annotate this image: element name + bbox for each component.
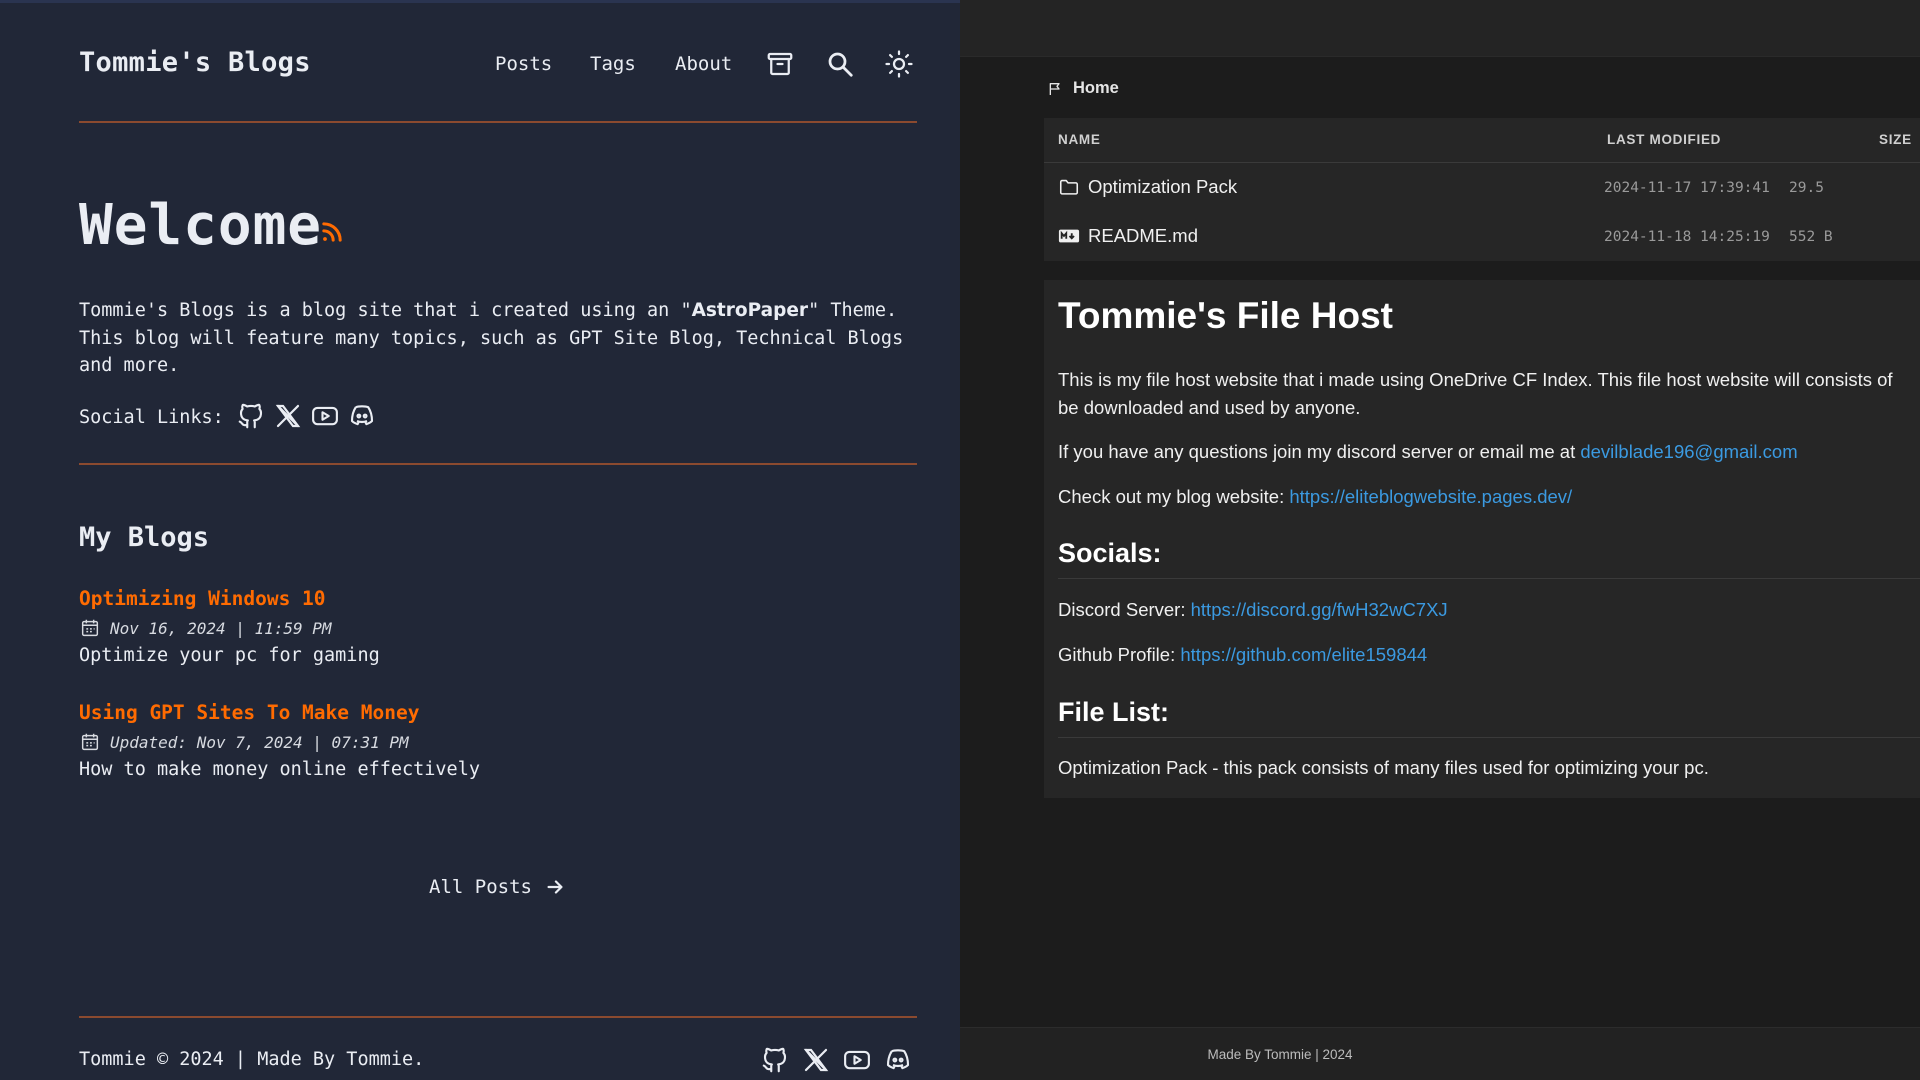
column-header-size[interactable]: SIZE [1879,132,1912,147]
file-modified: 2024-11-18 14:25:19 [1604,229,1770,245]
file-list-item: Optimization Pack - this pack consists o… [1058,757,1709,778]
discord-icon[interactable] [347,401,377,431]
email-link[interactable]: devilblade196@gmail.com [1580,441,1797,462]
filehost-pane: Home NAME LAST MODIFIED SIZE Optimizatio… [960,0,1920,1080]
post-date: Nov 16, 2024 | 11:59 PM [79,617,332,639]
contact-text: If you have any questions join my discor… [1058,441,1581,462]
discord-icon[interactable] [883,1045,913,1075]
arrow-right-icon [547,880,563,894]
post-description: Optimize your pc for gaming [79,645,380,666]
readme-discord: Discord Server: https://discord.gg/fwH32… [1058,596,1920,624]
youtube-icon[interactable] [842,1045,872,1075]
footer-divider [79,1016,917,1018]
blog-pane: Tommie's Blogs Posts Tags About Welcome … [0,0,960,1080]
table-row[interactable]: README.md [1058,225,1198,247]
post-date-text: Nov 16, 2024 | 11:59 PM [110,618,332,638]
readme-blog: Check out my blog website: https://elite… [1058,483,1920,511]
intro-text-before: Tommie's Blogs is a blog site that i cre… [79,300,692,321]
flag-icon [1049,82,1060,95]
intro-divider [79,463,917,465]
header-divider [1044,162,1920,163]
rss-icon[interactable] [318,218,346,246]
folder-icon [1059,179,1079,195]
blog-link[interactable]: https://eliteblogwebsite.pages.dev/ [1289,486,1572,507]
post-title[interactable]: Optimizing Windows 10 [79,587,326,610]
file-name[interactable]: README.md [1088,225,1198,247]
readme-contact: If you have any questions join my discor… [1058,438,1920,466]
x-icon[interactable] [273,401,303,431]
all-posts-label: All Posts [429,876,532,898]
welcome-heading: Welcome [79,193,323,258]
top-bar [960,0,1920,57]
file-name[interactable]: Optimization Pack [1088,176,1237,198]
file-size: 29.5 [1789,180,1824,196]
github-icon[interactable] [760,1045,790,1075]
header-divider [79,121,917,123]
column-header-name[interactable]: NAME [1058,132,1101,147]
all-posts-link[interactable]: All Posts [429,876,566,898]
post-date-text: Updated: Nov 7, 2024 | 07:31 PM [110,732,409,752]
discord-link[interactable]: https://discord.gg/fwH32wC7XJ [1191,599,1448,620]
github-icon[interactable] [236,401,266,431]
discord-label: Discord Server: [1058,599,1191,620]
social-links [236,401,377,431]
file-list-heading: File List: [1058,697,1170,727]
breadcrumb[interactable]: Home [1047,79,1119,98]
youtube-icon[interactable] [310,401,340,431]
my-blogs-heading: My Blogs [79,522,210,553]
readme-github: Github Profile: https://github.com/elite… [1058,641,1920,669]
search-icon[interactable] [825,49,855,79]
calendar-icon [81,619,99,637]
social-links-label: Social Links: [79,407,224,428]
readme-title: Tommie's File Host [1058,295,1394,336]
file-size: 552 B [1789,229,1833,245]
breadcrumb-home[interactable]: Home [1073,79,1119,98]
post-description: How to make money online effectively [79,759,480,780]
post-title[interactable]: Using GPT Sites To Make Money [79,701,419,724]
table-row[interactable]: Optimization Pack [1058,176,1237,198]
intro-paragraph: Tommie's Blogs is a blog site that i cre… [79,297,929,380]
theme-toggle-icon[interactable] [884,49,914,79]
markdown-icon [1058,229,1080,243]
calendar-icon [81,733,99,751]
footer-social-links [760,1045,913,1075]
nav-posts[interactable]: Posts [495,53,552,75]
heading-divider [1058,578,1920,579]
file-table: NAME LAST MODIFIED SIZE Optimization Pac… [1044,118,1920,261]
x-icon[interactable] [801,1045,831,1075]
heading-divider [1058,737,1920,738]
blog-text: Check out my blog website: [1058,486,1290,507]
nav-tags[interactable]: Tags [590,53,636,75]
readme-paragraph-line: This is my file host website that i made… [1058,369,1893,390]
column-header-last-modified[interactable]: LAST MODIFIED [1607,132,1721,147]
github-link[interactable]: https://github.com/elite159844 [1180,644,1427,665]
github-label: Github Profile: [1058,644,1181,665]
nav-about[interactable]: About [675,53,732,75]
footer-text: Made By Tommie | 2024 [1207,1047,1353,1062]
socials-heading: Socials: [1058,538,1162,568]
intro-theme-name: AstroPaper [691,300,809,321]
readme-card: Tommie's File Host This is my file host … [1044,280,1920,798]
archive-icon[interactable] [765,49,795,79]
site-title[interactable]: Tommie's Blogs [79,47,311,78]
filehost-footer: Made By Tommie | 2024 [960,1027,1920,1080]
footer-copyright: Tommie © 2024 | Made By Tommie. [79,1049,425,1070]
post-date: Updated: Nov 7, 2024 | 07:31 PM [79,731,409,753]
file-modified: 2024-11-17 17:39:41 [1604,180,1770,196]
readme-paragraph-line: be downloaded and used by anyone. [1058,397,1361,418]
